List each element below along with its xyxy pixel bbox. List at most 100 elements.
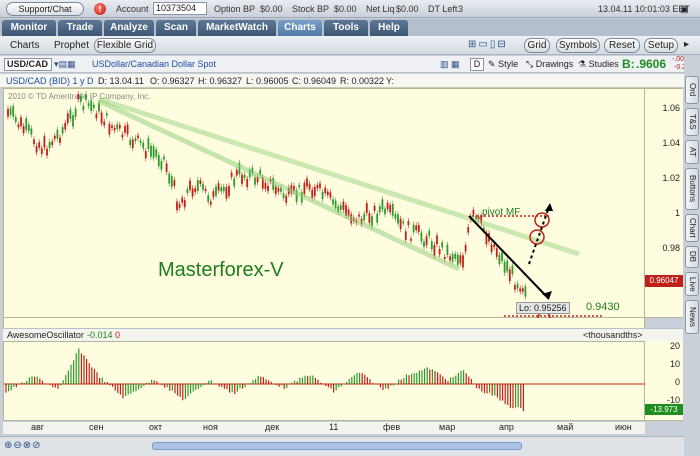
candle-body (147, 138, 150, 150)
candle-body (9, 108, 12, 115)
oscillator-bar (23, 382, 25, 384)
oscillator-bar (418, 370, 420, 384)
candle-body (313, 187, 316, 197)
subtab-charts[interactable]: Charts (10, 40, 39, 51)
oscillator-bar (413, 373, 415, 384)
oscillator-bar (226, 384, 228, 390)
candle-body (160, 161, 163, 170)
symbol-dropdown-icon[interactable]: ▾▤▦ (54, 59, 76, 70)
price-chart[interactable]: 2010 © TD Ameritrade IP Company, Inc. Ma… (3, 88, 645, 319)
tab-tools[interactable]: Tools (324, 20, 368, 36)
aggregation-d-button[interactable]: D (470, 58, 484, 71)
oscillator-bar (502, 384, 504, 401)
oscillator-bar (385, 384, 387, 389)
oscillator-bar (184, 384, 186, 400)
oscillator-bar (265, 379, 267, 384)
candle-body (449, 256, 451, 261)
oscillator-bar (57, 384, 59, 389)
oscillator-bar (138, 384, 140, 390)
candle-body (40, 148, 43, 154)
tab-marketwatch[interactable]: MarketWatch (198, 20, 276, 36)
oscillator-bar (512, 384, 514, 409)
candle-body (495, 248, 498, 257)
side-tab-buttons[interactable]: Buttons (685, 168, 699, 210)
studies-label: Studies (588, 59, 619, 69)
candle-body (298, 185, 301, 188)
oscillator-bar (34, 376, 36, 384)
side-tab-ts[interactable]: T&S (685, 108, 699, 136)
tab-scan[interactable]: Scan (156, 20, 196, 36)
style-menu[interactable]: ✎ Style (488, 59, 518, 70)
tab-charts[interactable]: Charts (278, 20, 322, 36)
oscillator-bar (91, 367, 93, 384)
charts-subbar: Charts Prophet Flexible Grid ⊞▭▯⊟ Grid S… (0, 36, 700, 55)
account-selector[interactable]: 10373504 ... (153, 2, 207, 24)
oscillator-pane[interactable] (3, 341, 646, 421)
tab-monitor[interactable]: Monitor (2, 20, 56, 36)
setup-button[interactable]: Setup (644, 38, 678, 53)
oscillator-bar (21, 382, 23, 384)
oscillator-bar (369, 379, 371, 384)
support-chat-button[interactable]: Support/Chat (6, 2, 84, 16)
oscillator-bar (314, 378, 316, 384)
side-tab-news[interactable]: News (685, 300, 699, 334)
oscillator-bar (164, 384, 166, 388)
reset-button[interactable]: Reset (604, 38, 640, 53)
candle-body (14, 116, 17, 122)
x-tick-sep: сен (89, 422, 104, 432)
subtab-flexible-grid[interactable]: Flexible Grid (94, 38, 156, 53)
oscillator-name[interactable]: AwesomeOscillator (7, 330, 84, 340)
range-value: R: 0.00322 (340, 76, 385, 86)
osc-tick-3: 0 (674, 377, 680, 387)
zoom-icons[interactable]: ⊕⊖⊗⊘ (4, 440, 42, 451)
oscillator-bar (239, 384, 241, 389)
oscillator-bar (439, 374, 441, 384)
oscillator-bar (143, 384, 145, 387)
side-tab-db[interactable]: DB (685, 246, 699, 268)
oscillator-bar (312, 375, 314, 384)
top-toolbar: Support/Chat ! Account 10373504 ... Opti… (0, 0, 700, 24)
alert-icon[interactable]: ! (94, 3, 106, 15)
target-label: 0.9430 (586, 301, 620, 313)
layout-icons[interactable]: ⊞▭▯⊟ (468, 39, 508, 50)
candle-body (204, 188, 207, 192)
candle-body (116, 124, 119, 130)
tab-help[interactable]: Help (370, 20, 408, 36)
oscillator-bar (366, 377, 368, 384)
oscillator-bar (54, 384, 56, 388)
candle-body (464, 245, 467, 252)
chevron-icon[interactable]: ▸ (684, 39, 689, 50)
window-menu-icon[interactable]: ▣ (680, 4, 689, 15)
oscillator-bar (73, 360, 75, 384)
tab-trade[interactable]: Trade (58, 20, 102, 36)
side-tab-ord[interactable]: Ord (685, 76, 699, 104)
side-tab-live[interactable]: Live (685, 272, 699, 296)
symbol-input[interactable]: USD/CAD (4, 58, 52, 71)
grid-button[interactable]: Grid (524, 38, 550, 53)
candle-body (267, 185, 269, 192)
studies-menu[interactable]: ⚗ Studies (578, 59, 619, 70)
candle-body (126, 124, 129, 135)
oscillator-bar (151, 379, 153, 384)
side-tab-at[interactable]: AT (685, 140, 699, 164)
oscillator-bar (317, 379, 319, 384)
candle-body (399, 218, 402, 230)
oscillator-bar (465, 373, 467, 384)
side-tab-chart[interactable]: Chart (685, 214, 699, 242)
symbols-button[interactable]: Symbols (556, 38, 600, 53)
tab-analyze[interactable]: Analyze (104, 20, 154, 36)
oscillator-bar (416, 372, 418, 384)
time-scrollbar[interactable] (152, 442, 522, 450)
subtab-prophet[interactable]: Prophet (54, 40, 89, 51)
drawings-menu[interactable]: ⤡ Drawings (526, 59, 573, 70)
y-tick-3: 1.02 (662, 173, 680, 183)
oscillator-bar (286, 384, 288, 388)
candle-body (207, 195, 210, 202)
candle-body (428, 230, 431, 236)
candle-body (381, 199, 384, 210)
candle-body (410, 238, 412, 241)
oscillator-bar (372, 383, 374, 384)
oscillator-bar (153, 380, 155, 384)
oscillator-bar (62, 380, 64, 384)
chart-tool-icons[interactable]: ▥ ▦ (440, 59, 460, 70)
